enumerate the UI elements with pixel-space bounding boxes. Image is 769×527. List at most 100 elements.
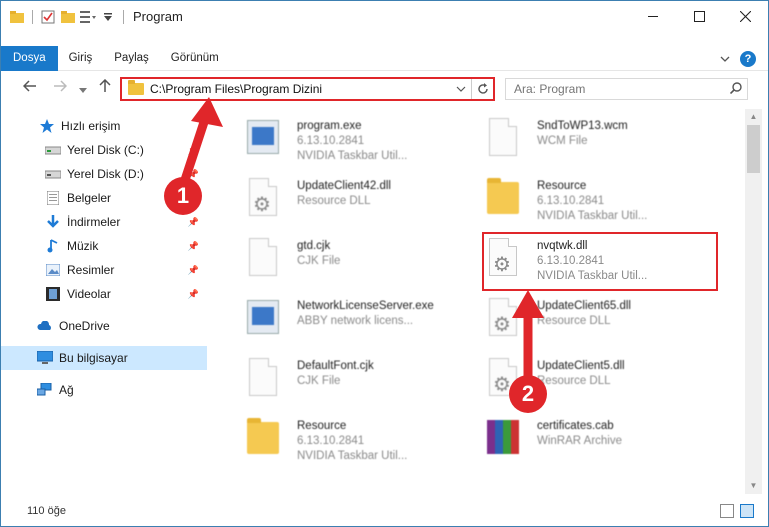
file-name: UpdateClient42.dll [297,180,391,192]
search-icon[interactable] [725,81,747,97]
highlight-box [482,232,718,291]
sidebar-item-pictures[interactable]: Resimler 📌 [1,258,207,282]
dll-icon: ⚙ [243,178,283,222]
file-item[interactable]: Resource 6.13.10.2841 NVIDIA Taskbar Util.… [471,174,706,230]
tab-home[interactable]: Giriş [58,46,104,71]
toolbar-divider [123,9,124,24]
large-icons-view-icon[interactable] [740,504,754,518]
videos-icon [45,287,61,301]
file-description: NVIDIA Taskbar Util... [297,450,408,462]
view-options-icon[interactable] [80,9,96,25]
quick-access-toolbar [1,1,127,32]
sidebar-item-music[interactable]: Müzik 📌 [1,234,207,258]
callout-badge-2: 2 [509,375,547,413]
minimize-button[interactable] [630,1,676,32]
tab-file[interactable]: Dosya [1,45,58,71]
back-arrow-icon[interactable] [22,79,37,96]
file-type: WCM File [537,135,588,147]
file-description: NVIDIA Taskbar Util... [297,150,408,162]
item-count: 110 öğe [27,505,66,517]
search-input[interactable] [514,82,725,96]
maximize-button[interactable] [676,1,722,32]
recent-locations-icon[interactable] [79,81,87,98]
expand-ribbon-icon[interactable] [720,50,730,68]
pin-icon[interactable]: 📌 [188,217,199,228]
download-icon [45,215,61,229]
file-name: gtd.cjk [297,240,331,252]
help-button[interactable]: ? [740,51,756,67]
file-type: CJK File [297,255,341,267]
sidebar-item-label: Yerel Disk (C:) [67,143,144,157]
title-bar: Program [1,1,768,32]
sidebar-item-label: Hızlı erişim [61,119,121,133]
sidebar-item-onedrive[interactable]: OneDrive [1,314,207,338]
pin-icon[interactable]: 📌 [188,265,199,276]
scrollbar-thumb[interactable] [747,125,760,173]
sidebar-item-label: Ağ [59,383,74,397]
search-box[interactable] [505,78,748,100]
sidebar-item-label: Belgeler [67,191,112,205]
sidebar-item-label: OneDrive [59,319,110,333]
file-item[interactable]: NetworkLicenseServer.exe ABBY network lic… [231,294,466,350]
file-description: NVIDIA Taskbar Util... [537,210,648,222]
file-item[interactable]: ⚙ UpdateClient42.dll Resource DLL [231,174,466,230]
file-item[interactable]: gtd.cjk CJK File [231,234,466,290]
file-list: program.exe 6.13.10.2841 NVIDIA Taskbar Ut… [216,109,743,494]
exe-icon [243,118,283,162]
refresh-icon[interactable] [471,79,493,99]
document-icon [243,358,283,402]
computer-icon [37,351,53,365]
file-name: SndToWP13.wcm [537,120,628,132]
sidebar-item-label: Resimler [67,263,115,277]
pin-icon[interactable]: 📌 [188,241,199,252]
tab-view[interactable]: Görünüm [160,46,230,71]
status-bar: 110 öğe [1,496,768,526]
view-toggle [720,504,754,518]
exe-icon [243,298,283,342]
forward-arrow-icon[interactable] [53,79,68,96]
details-view-icon[interactable] [720,504,734,518]
file-item[interactable]: SndToWP13.wcm WCM File [471,114,706,170]
customize-toolbar-icon[interactable] [100,9,116,25]
sidebar-item-this-pc[interactable]: Bu bilgisayar [1,346,207,370]
up-arrow-icon[interactable] [99,78,111,97]
file-type: CJK File [297,375,341,387]
file-version: 6.13.10.2841 [297,135,365,147]
new-folder-icon[interactable] [60,9,76,25]
tab-share[interactable]: Paylaş [103,46,160,71]
toolbar-divider [32,9,33,24]
close-button[interactable] [722,1,768,32]
file-type: WinRAR Archive [537,435,622,447]
file-item[interactable]: program.exe 6.13.10.2841 NVIDIA Taskbar Ut… [231,114,466,170]
file-item[interactable]: Resource 6.13.10.2841 NVIDIA Taskbar Util.… [231,414,466,470]
callout-badge-1: 1 [164,177,202,215]
file-name: program.exe [297,120,362,132]
drive-icon [45,143,61,157]
file-name: NetworkLicenseServer.exe [297,300,434,312]
network-icon [37,383,53,397]
file-item[interactable]: certificates.cab WinRAR Archive [471,414,706,470]
ribbon-tabs: Dosya Giriş Paylaş Görünüm ? [1,45,768,71]
vertical-scrollbar[interactable]: ▲ ▼ [745,109,762,494]
scroll-down-icon[interactable]: ▼ [745,478,762,494]
file-name: certificates.cab [537,420,614,432]
folder-icon [128,80,144,95]
sidebar-item-label: Videolar [67,287,111,301]
file-name: Resource [537,180,587,192]
properties-icon[interactable] [40,9,56,25]
ribbon-right-controls: ? [720,50,756,68]
star-icon [39,119,55,133]
pin-icon[interactable]: 📌 [188,289,199,300]
window-title: Program [133,9,183,24]
documents-icon [45,191,61,205]
file-item[interactable]: DefaultFont.cjk CJK File [231,354,466,410]
sidebar-item-network[interactable]: Ağ [1,378,207,402]
scroll-up-icon[interactable]: ▲ [745,109,762,125]
window-controls [630,1,768,32]
drive-icon [45,167,61,181]
archive-icon [483,418,523,462]
sidebar-item-videos[interactable]: Videolar 📌 [1,282,207,306]
folder-icon [483,178,523,222]
address-row: C:\Program Files\Program Dizini [1,72,768,106]
chevron-down-icon[interactable] [451,84,471,95]
